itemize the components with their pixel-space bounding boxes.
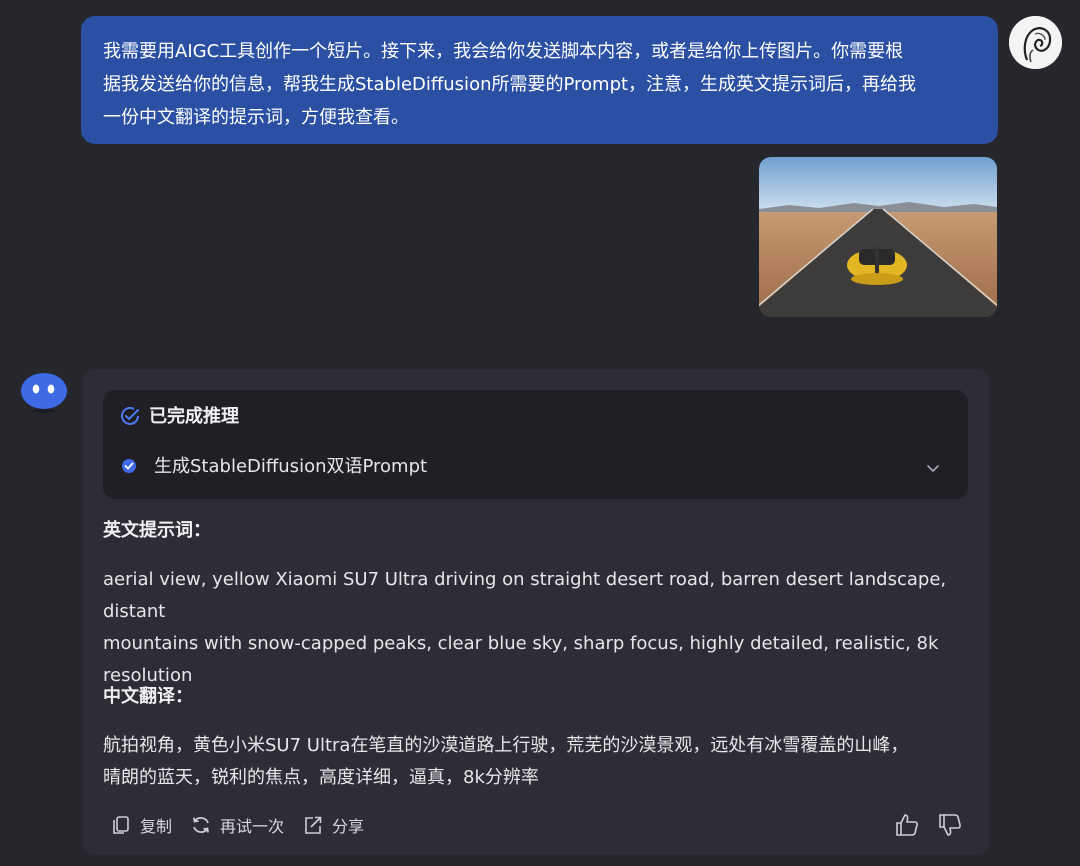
message-action-bar: 复制 再试一次 分享 <box>110 812 382 838</box>
check-circle-icon <box>121 406 139 425</box>
user-message-line: 我需要用AIGC工具创作一个短片。接下来，我会给你发送脚本内容，或者是给你上传图… <box>103 41 904 62</box>
retry-icon <box>193 817 209 833</box>
share-icon <box>305 816 322 834</box>
english-prompt-title: 英文提示词： <box>103 520 211 541</box>
user-message-line: 据我发送给你的信息，帮我生成StableDiffusion所需要的Prompt，… <box>103 74 917 95</box>
uploaded-image[interactable] <box>759 157 997 317</box>
retry-button[interactable]: 再试一次 <box>190 813 284 837</box>
english-prompt-text: aerial view, yellow Xiaomi SU7 Ultra dri… <box>103 564 973 692</box>
user-avatar[interactable] <box>1009 16 1062 69</box>
step-complete-icon <box>122 459 136 473</box>
reasoning-step: 生成StableDiffusion双语Prompt <box>154 456 428 477</box>
chinese-prompt-line: 晴朗的蓝天，锐利的焦点，高度详细，逼真，8k分辨率 <box>103 767 539 788</box>
chinese-prompt-title: 中文翻译： <box>103 686 193 707</box>
thumbs-up-icon[interactable] <box>894 812 920 838</box>
retry-label: 再试一次 <box>220 817 285 836</box>
english-prompt-line: resolution <box>103 665 193 686</box>
share-label: 分享 <box>332 817 365 836</box>
english-prompt-line: aerial view, yellow Xiaomi SU7 Ultra dri… <box>103 569 947 622</box>
copy-button[interactable]: 复制 <box>110 813 172 837</box>
assistant-avatar <box>20 370 68 414</box>
chevron-down-icon[interactable] <box>924 459 942 477</box>
share-button[interactable]: 分享 <box>302 813 364 837</box>
chinese-prompt-line: 航拍视角，黄色小米SU7 Ultra在笔直的沙漠道路上行驶，荒芜的沙漠景观，远处… <box>103 735 909 756</box>
english-prompt-line: mountains with snow-capped peaks, clear … <box>103 633 939 654</box>
copy-label: 复制 <box>140 817 173 836</box>
copy-icon <box>113 816 129 834</box>
user-message-bubble: 我需要用AIGC工具创作一个短片。接下来，我会给你发送脚本内容，或者是给你上传图… <box>81 16 998 144</box>
reasoning-status: 已完成推理 <box>149 406 239 427</box>
chinese-prompt-text: 航拍视角，黄色小米SU7 Ultra在笔直的沙漠道路上行驶，荒芜的沙漠景观，远处… <box>103 730 973 794</box>
user-message-line: 一份中文翻译的提示词，方便我查看。 <box>103 107 409 128</box>
thumbs-down-icon[interactable] <box>937 812 963 838</box>
